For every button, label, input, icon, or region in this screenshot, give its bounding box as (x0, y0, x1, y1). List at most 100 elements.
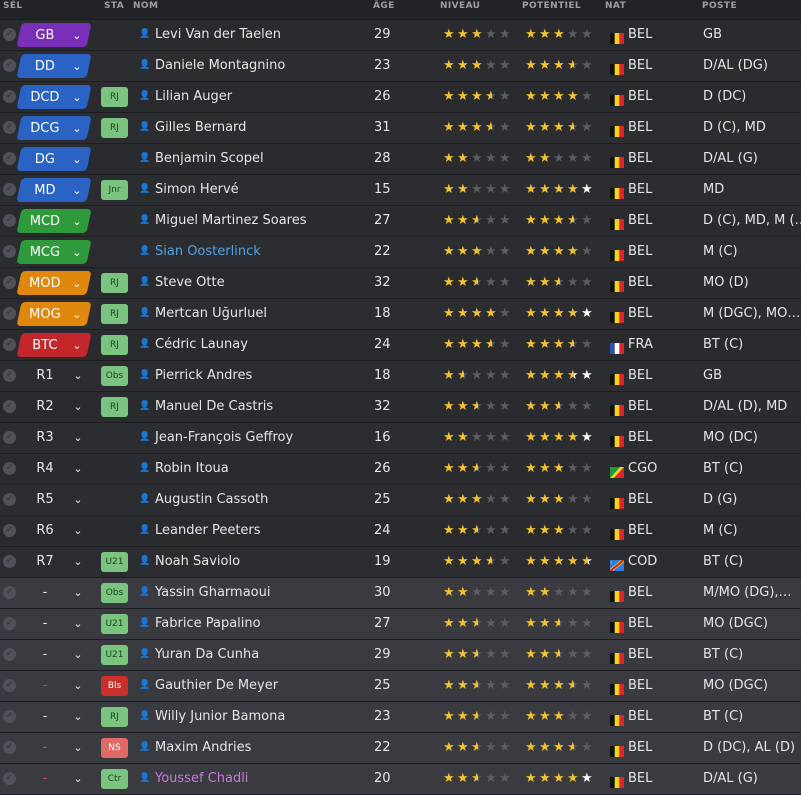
player-name[interactable]: Noah Saviolo (155, 547, 240, 577)
position-selector[interactable]: R4 ⌄ (19, 457, 89, 481)
player-name[interactable]: Gauthier De Meyer (155, 671, 278, 701)
table-row[interactable]: ✓ - ⌄ Bls 👤 Gauthier De Meyer 25 ★ ★ ★ ★ ★ ★ ★ ★ ★ ★ BEL M… (0, 671, 801, 702)
status-badge[interactable]: U21 (101, 552, 128, 572)
position-selector[interactable]: - ⌄ (19, 581, 89, 605)
position-selector[interactable]: R6 ⌄ (19, 519, 89, 543)
table-row[interactable]: ✓ R4 ⌄ 👤 Robin Itoua 26 ★ ★ ★ ★ ★ ★ ★ ★ ★ ★ CGO BT (C) (0, 454, 801, 485)
position-selector[interactable]: R1 ⌄ (19, 364, 89, 388)
player-name[interactable]: Augustin Cassoth (155, 485, 268, 515)
col-header-sta[interactable]: STA (104, 0, 124, 13)
check-icon[interactable]: ✓ (3, 214, 16, 227)
player-name[interactable]: Simon Hervé (155, 175, 239, 205)
chevron-down-icon[interactable]: ⌄ (71, 457, 85, 481)
status-badge[interactable]: RJ (101, 118, 128, 138)
position-selector[interactable]: R3 ⌄ (19, 426, 89, 450)
player-name[interactable]: Willy Junior Bamona (155, 702, 285, 732)
table-row[interactable]: ✓ DD ⌄ 👤 Daniele Montagnino 23 ★ ★ ★ ★ ★ ★ ★ ★ ★ ★ BEL D/… (0, 51, 801, 82)
status-badge[interactable]: RJ (101, 87, 128, 107)
chevron-down-icon[interactable]: ⌄ (71, 581, 85, 605)
check-icon[interactable]: ✓ (3, 586, 16, 599)
player-name[interactable]: Sian Oosterlinck (155, 237, 261, 267)
chevron-down-icon[interactable]: ⌄ (71, 705, 85, 729)
chevron-down-icon[interactable]: ⌄ (71, 519, 85, 543)
table-row[interactable]: ✓ R6 ⌄ 👤 Leander Peeters 24 ★ ★ ★ ★ ★ ★ ★ ★ ★ ★ BEL M (C) (0, 516, 801, 547)
check-icon[interactable]: ✓ (3, 772, 16, 785)
chevron-down-icon[interactable]: ⌄ (71, 215, 83, 228)
table-row[interactable]: ✓ R7 ⌄ U21 👤 Noah Saviolo 19 ★ ★ ★ ★ ★ ★ ★ ★ ★ ★ COD BT (C… (0, 547, 801, 578)
table-row[interactable]: ✓ MCG ⌄ 👤 Sian Oosterlinck 22 ★ ★ ★ ★ ★ ★ ★ ★ ★ ★ BEL M (… (0, 237, 801, 268)
status-badge[interactable]: RJ (101, 707, 128, 727)
player-name[interactable]: Miguel Martinez Soares (155, 206, 307, 236)
player-name[interactable]: Cédric Launay (155, 330, 248, 360)
check-icon[interactable]: ✓ (3, 338, 16, 351)
status-badge[interactable]: RJ (101, 273, 128, 293)
position-selector[interactable]: R2 ⌄ (19, 395, 89, 419)
check-icon[interactable]: ✓ (3, 400, 16, 413)
position-selector[interactable]: DG ⌄ (16, 147, 92, 171)
check-icon[interactable]: ✓ (3, 183, 16, 196)
position-selector[interactable]: - ⌄ (19, 612, 89, 636)
check-icon[interactable]: ✓ (3, 679, 16, 692)
chevron-down-icon[interactable]: ⌄ (71, 122, 83, 135)
position-selector[interactable]: R7 ⌄ (19, 550, 89, 574)
chevron-down-icon[interactable]: ⌄ (71, 736, 85, 760)
status-badge[interactable]: Bls (101, 676, 128, 696)
chevron-down-icon[interactable]: ⌄ (71, 364, 85, 388)
check-icon[interactable]: ✓ (3, 90, 16, 103)
table-row[interactable]: ✓ - ⌄ Ctr 👤 Youssef Chadli 20 ★ ★ ★ ★ ★ ★ ★ ★ ★ ★ BEL D/AL… (0, 764, 801, 795)
status-badge[interactable]: NS (101, 738, 128, 758)
check-icon[interactable]: ✓ (3, 307, 16, 320)
position-selector[interactable]: - ⌄ (19, 643, 89, 667)
position-selector[interactable]: MOG ⌄ (16, 302, 92, 326)
player-name[interactable]: Daniele Montagnino (155, 51, 285, 81)
col-header-niveau[interactable]: NIVEAU (440, 0, 480, 13)
chevron-down-icon[interactable]: ⌄ (71, 91, 83, 104)
player-name[interactable]: Leander Peeters (155, 516, 261, 546)
position-selector[interactable]: DCG ⌄ (16, 116, 92, 140)
col-header-poste[interactable]: POSTE (702, 0, 737, 13)
check-icon[interactable]: ✓ (3, 245, 16, 258)
status-badge[interactable]: Jnr (101, 180, 128, 200)
chevron-down-icon[interactable]: ⌄ (71, 550, 85, 574)
chevron-down-icon[interactable]: ⌄ (71, 153, 83, 166)
check-icon[interactable]: ✓ (3, 524, 16, 537)
position-selector[interactable]: MOD ⌄ (16, 271, 92, 295)
chevron-down-icon[interactable]: ⌄ (71, 29, 83, 42)
player-name[interactable]: Robin Itoua (155, 454, 229, 484)
table-row[interactable]: ✓ - ⌄ U21 👤 Fabrice Papalino 27 ★ ★ ★ ★ ★ ★ ★ ★ ★ ★ BEL MO… (0, 609, 801, 640)
chevron-down-icon[interactable]: ⌄ (71, 277, 83, 290)
position-selector[interactable]: GB ⌄ (16, 23, 92, 47)
table-row[interactable]: ✓ - ⌄ RJ 👤 Willy Junior Bamona 23 ★ ★ ★ ★ ★ ★ ★ ★ ★ ★ BEL… (0, 702, 801, 733)
table-row[interactable]: ✓ MOG ⌄ RJ 👤 Mertcan Uğurluel 18 ★ ★ ★ ★ ★ ★ ★ ★ ★ ★ BEL M… (0, 299, 801, 330)
check-icon[interactable]: ✓ (3, 648, 16, 661)
chevron-down-icon[interactable]: ⌄ (71, 674, 85, 698)
position-selector[interactable]: MD ⌄ (16, 178, 92, 202)
chevron-down-icon[interactable]: ⌄ (71, 643, 85, 667)
chevron-down-icon[interactable]: ⌄ (71, 395, 85, 419)
player-name[interactable]: Pierrick Andres (155, 361, 252, 391)
chevron-down-icon[interactable]: ⌄ (71, 246, 83, 259)
check-icon[interactable]: ✓ (3, 462, 16, 475)
chevron-down-icon[interactable]: ⌄ (71, 60, 83, 73)
position-selector[interactable]: DD ⌄ (16, 54, 92, 78)
player-name[interactable]: Fabrice Papalino (155, 609, 261, 639)
table-row[interactable]: ✓ GB ⌄ 👤 Levi Van der Taelen 29 ★ ★ ★ ★ ★ ★ ★ ★ ★ ★ BEL G… (0, 20, 801, 51)
table-row[interactable]: ✓ - ⌄ Obs 👤 Yassin Gharmaoui 30 ★ ★ ★ ★ ★ ★ ★ ★ ★ ★ BEL M/… (0, 578, 801, 609)
status-badge[interactable]: U21 (101, 645, 128, 665)
check-icon[interactable]: ✓ (3, 276, 16, 289)
check-icon[interactable]: ✓ (3, 555, 16, 568)
status-badge[interactable]: RJ (101, 335, 128, 355)
table-row[interactable]: ✓ BTC ⌄ RJ 👤 Cédric Launay 24 ★ ★ ★ ★ ★ ★ ★ ★ ★ ★ FRA BT (… (0, 330, 801, 361)
col-header-nom[interactable]: NOM (133, 0, 158, 13)
chevron-down-icon[interactable]: ⌄ (71, 612, 85, 636)
chevron-down-icon[interactable]: ⌄ (71, 308, 83, 321)
status-badge[interactable]: Obs (101, 583, 128, 603)
check-icon[interactable]: ✓ (3, 152, 16, 165)
col-header-sel[interactable]: SÉL (3, 0, 23, 13)
table-row[interactable]: ✓ MD ⌄ Jnr 👤 Simon Hervé 15 ★ ★ ★ ★ ★ ★ ★ ★ ★ ★ BEL MD (0, 175, 801, 206)
col-header-potentiel[interactable]: POTENTIEL (522, 0, 581, 13)
player-name[interactable]: Manuel De Castris (155, 392, 273, 422)
status-badge[interactable]: U21 (101, 614, 128, 634)
player-name[interactable]: Yuran Da Cunha (155, 640, 259, 670)
table-row[interactable]: ✓ DG ⌄ 👤 Benjamin Scopel 28 ★ ★ ★ ★ ★ ★ ★ ★ ★ ★ BEL D/AL … (0, 144, 801, 175)
